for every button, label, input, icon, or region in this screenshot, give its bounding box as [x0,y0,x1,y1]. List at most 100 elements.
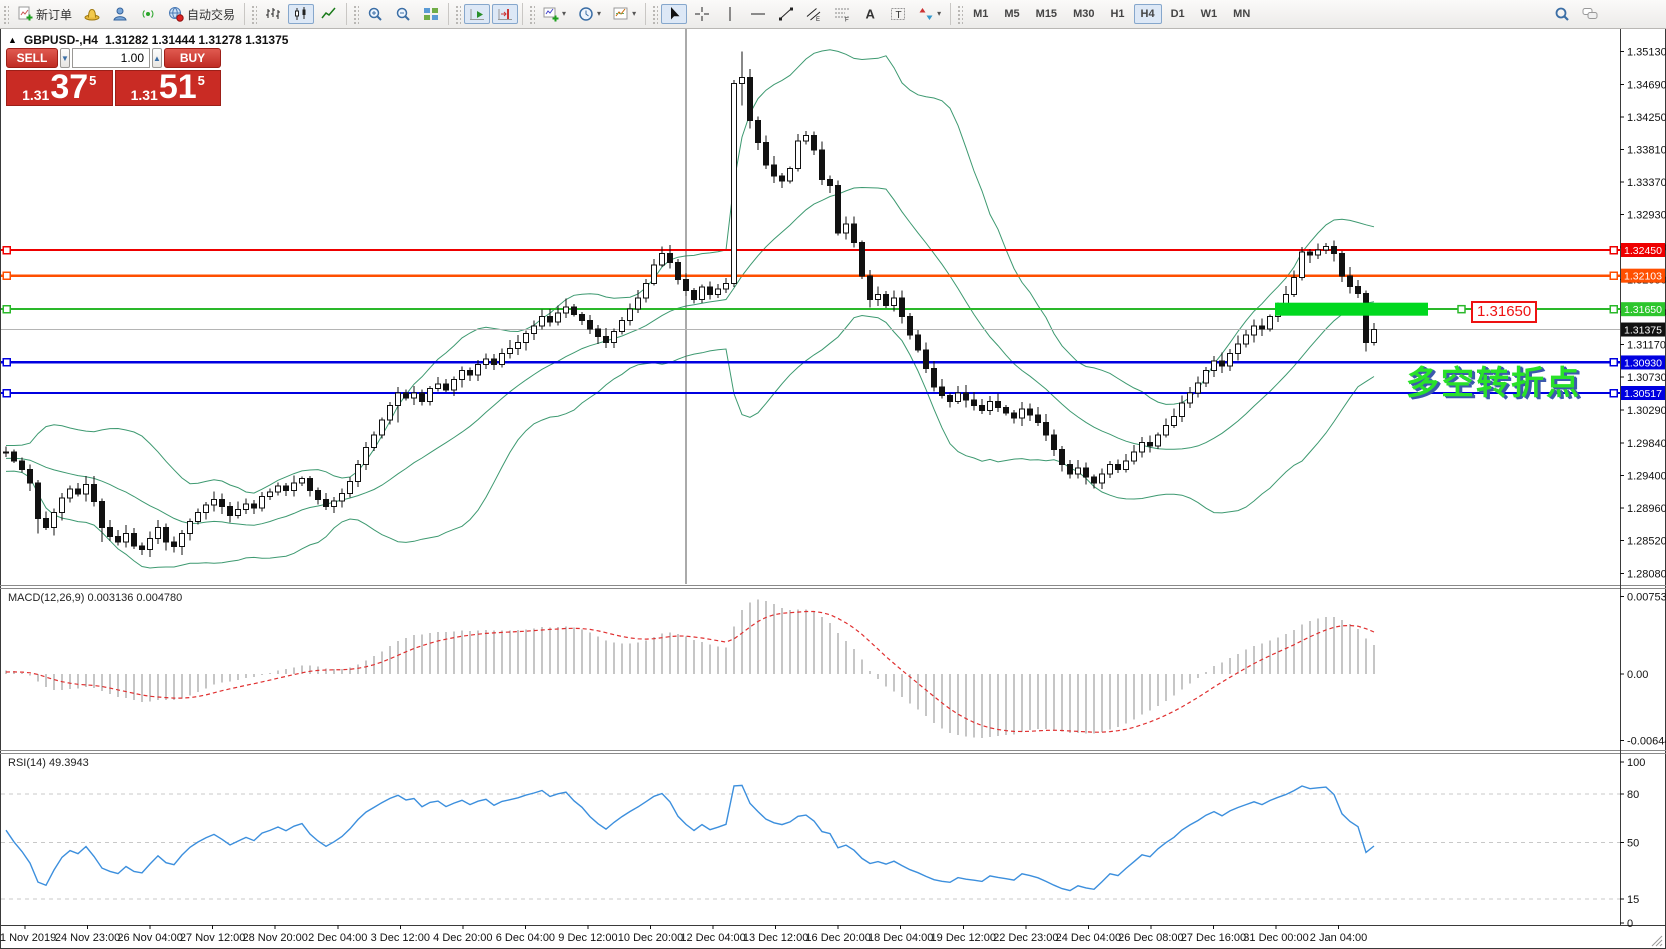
strategy-tester-button[interactable] [79,4,105,24]
chart-shift-button[interactable] [492,4,518,24]
zoom-in-button[interactable] [362,4,388,24]
buy-button[interactable]: BUY [164,48,221,68]
svg-text:21 Nov 2019: 21 Nov 2019 [0,932,56,944]
templates-menu-button[interactable]: ▾ [608,4,641,24]
line-anchor-icon[interactable] [1610,247,1617,254]
svg-text:1.28960: 1.28960 [1627,503,1666,515]
toolbar-grip[interactable] [250,4,257,24]
tf-m5-button[interactable]: M5 [997,4,1026,24]
channel-tool-button[interactable]: E [801,4,827,24]
text-tool-button[interactable]: A [857,4,883,24]
rsi-label: RSI(14) 49.3943 [8,757,89,769]
fibonacci-tool-button[interactable]: F [829,4,855,24]
crosshair-tool-button[interactable] [689,4,715,24]
dropdown-caret-icon: ▾ [597,10,601,18]
svg-text:15: 15 [1627,894,1639,906]
price-callout-label[interactable]: 1.31650 [1471,301,1537,323]
volume-increase-button[interactable]: ▲ [152,48,162,68]
line-anchor-icon[interactable] [3,306,10,313]
line-anchor-icon[interactable] [1610,306,1617,313]
toolbar-grip[interactable] [956,4,963,24]
sell-price-big: 37 [50,70,88,104]
toolbar-grip[interactable] [454,4,461,24]
toolbar-grip[interactable] [2,4,9,24]
svg-text:31 Dec 00:00: 31 Dec 00:00 [1243,932,1308,944]
signals-button[interactable] [135,4,161,24]
community-chat-button[interactable] [1577,4,1603,24]
trendline-tool-button[interactable] [773,4,799,24]
svg-text:0.007538: 0.007538 [1627,591,1666,603]
svg-text:26 Dec 08:00: 26 Dec 08:00 [1118,932,1183,944]
line-anchor-icon[interactable] [1610,272,1617,279]
new-order-button[interactable]: 新订单 [12,4,77,24]
sell-price-display[interactable]: 1.31 37 5 [6,70,113,106]
template-icon [613,6,629,22]
cursor-tool-button[interactable] [661,4,687,24]
tf-w1-button[interactable]: W1 [1194,4,1225,24]
tf-m15-button[interactable]: M15 [1029,4,1064,24]
tf-d1-button[interactable]: D1 [1164,4,1192,24]
auto-trading-button[interactable]: 自动交易 [163,4,240,24]
volume-decrease-button[interactable]: ▼ [60,48,70,68]
line-anchor-icon[interactable] [1610,359,1617,366]
svg-text:T: T [896,10,902,21]
line-anchor-icon[interactable] [3,272,10,279]
svg-text:1.28080: 1.28080 [1627,568,1666,580]
svg-text:50: 50 [1627,838,1639,850]
tf-m30-button[interactable]: M30 [1066,4,1101,24]
macd-label: MACD(12,26,9) 0.003136 0.004780 [8,592,182,604]
toolbar-grip[interactable] [528,4,535,24]
shift-icon [497,6,513,22]
chat-icon [1582,6,1598,22]
period-menu-button[interactable]: ▾ [573,4,606,24]
collapse-panel-arrow[interactable]: ▲ [8,35,17,45]
svg-text:27 Nov 12:00: 27 Nov 12:00 [180,932,245,944]
new-chart-button[interactable]: ▾ [538,4,571,24]
toolbar-separator [448,3,449,25]
line-anchor-icon[interactable] [1610,390,1617,397]
line-chart-mode-button[interactable] [316,4,342,24]
profile-button[interactable] [107,4,133,24]
vertical-line-tool-button[interactable] [717,4,743,24]
volume-input[interactable] [72,48,150,68]
zoom-out-button[interactable] [390,4,416,24]
tf-w1-label: W1 [1201,8,1218,20]
text-label-tool-button[interactable]: T [885,4,911,24]
tf-h1-label: H1 [1110,8,1124,20]
search-button[interactable] [1549,4,1575,24]
price-tag-1.32103: 1.32103 [1621,269,1665,283]
new-order-label: 新订单 [36,6,72,23]
tf-m1-button[interactable]: M1 [966,4,995,24]
crosshair-icon [694,6,710,22]
toolbar-separator [645,3,646,25]
auto-scroll-button[interactable] [464,4,490,24]
green-highlight-box[interactable] [1275,303,1428,316]
line-anchor-icon[interactable] [3,247,10,254]
arrows-tool-button[interactable]: ▾ [913,4,946,24]
svg-text:1.32103: 1.32103 [1624,271,1662,283]
callout-anchor-icon[interactable] [1458,306,1465,313]
tf-h1-button[interactable]: H1 [1103,4,1131,24]
svg-text:1.31375: 1.31375 [1624,325,1662,337]
bar-chart-mode-button[interactable] [260,4,286,24]
line-anchor-icon[interactable] [3,390,10,397]
horizontal-line-tool-button[interactable] [745,4,771,24]
buy-price-display[interactable]: 1.31 51 5 [115,70,222,106]
svg-text:1.35130: 1.35130 [1627,47,1666,59]
candle-chart-mode-button[interactable] [288,4,314,24]
chart-area[interactable]: 1.351301.346901.342501.338101.333701.329… [0,0,1666,949]
sell-button[interactable]: SELL [6,48,58,68]
svg-text:1.31170: 1.31170 [1627,340,1666,352]
tf-h4-button[interactable]: H4 [1134,4,1162,24]
price-tag-1.32450: 1.32450 [1621,243,1665,257]
svg-text:3 Dec 12:00: 3 Dec 12:00 [371,932,430,944]
tile-windows-button[interactable] [418,4,444,24]
line-anchor-icon[interactable] [3,359,10,366]
ohlc-values: 1.31282 1.31444 1.31278 1.31375 [105,33,289,47]
svg-text:1.32930: 1.32930 [1627,209,1666,221]
tf-mn-button[interactable]: MN [1226,4,1257,24]
chart-plus-icon [543,6,559,22]
toolbar-grip[interactable] [651,4,658,24]
autotrade-icon [168,6,184,22]
toolbar-grip[interactable] [352,4,359,24]
